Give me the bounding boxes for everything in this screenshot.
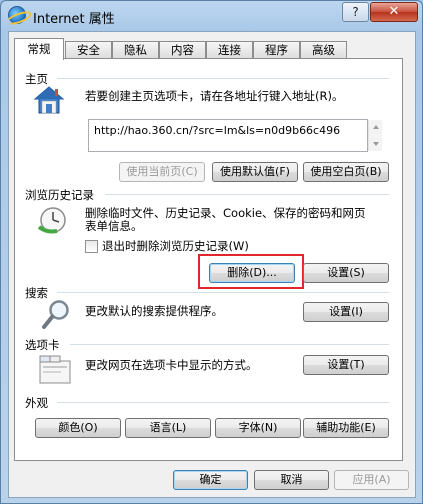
tab-privacy[interactable]: 隐私	[112, 41, 159, 59]
tabs-divider	[70, 344, 389, 345]
tab-advanced[interactable]: 高级	[300, 41, 347, 59]
internet-options-window: Internet 属性 ? ✕ 常规 安全 隐私 内容 连接 程序 高级 主页 …	[0, 0, 423, 504]
tab-connections[interactable]: 连接	[206, 41, 253, 59]
history-group-label: 浏览历史记录	[25, 188, 94, 202]
delete-history-button[interactable]: 删除(D)...	[209, 263, 295, 283]
tabbed-window-icon	[39, 355, 71, 384]
home-divider	[57, 78, 389, 79]
fonts-button[interactable]: 字体(N)	[215, 418, 301, 438]
title-bar[interactable]: Internet 属性 ? ✕	[1, 1, 422, 31]
tab-programs[interactable]: 程序	[253, 41, 300, 59]
tab-security[interactable]: 安全	[65, 41, 112, 59]
appearance-divider	[57, 402, 389, 403]
general-tab-panel: 主页 若要创建主页选项卡，请在各地址行键入地址(R)。 http://hao.3…	[14, 58, 403, 461]
accessibility-button[interactable]: 辅助功能(E)	[303, 418, 389, 438]
delete-on-exit-label[interactable]: 退出时删除浏览历史记录(W)	[102, 239, 249, 254]
search-divider	[57, 292, 389, 293]
use-default-button[interactable]: 使用默认值(F)	[212, 162, 298, 182]
tabs-group-label: 选项卡	[25, 338, 60, 352]
history-settings-button[interactable]: 设置(S)	[303, 263, 389, 283]
home-page-url-field[interactable]: http://hao.360.cn/?src=lm&ls=n0d9b66c496	[88, 119, 368, 152]
help-button[interactable]: ?	[342, 2, 369, 22]
url-field-scrollbar[interactable]	[368, 120, 382, 151]
use-blank-button[interactable]: 使用空白页(B)	[303, 162, 389, 182]
history-description-line2: 表单信息。	[85, 219, 143, 233]
close-button[interactable]: ✕	[370, 2, 418, 22]
colors-button[interactable]: 颜色(O)	[35, 418, 121, 438]
use-current-button[interactable]: 使用当前页(C)	[119, 162, 205, 182]
history-clock-icon	[37, 207, 66, 234]
cancel-button[interactable]: 取消	[254, 470, 329, 490]
apply-button[interactable]: 应用(A)	[334, 470, 409, 490]
home-description: 若要创建主页选项卡，请在各地址行键入地址(R)。	[85, 89, 344, 103]
tabs-description: 更改网页在选项卡中显示的方式。	[85, 358, 258, 372]
search-description: 更改默认的搜索提供程序。	[85, 304, 223, 318]
search-icon	[42, 300, 69, 329]
tab-content[interactable]: 内容	[159, 41, 206, 59]
delete-on-exit-checkbox[interactable]	[85, 240, 98, 253]
window-title: Internet 属性	[33, 12, 115, 27]
house-icon	[33, 86, 65, 114]
search-settings-button[interactable]: 设置(I)	[303, 302, 389, 322]
history-divider	[105, 194, 389, 195]
appearance-group-label: 外观	[25, 396, 48, 410]
ok-button[interactable]: 确定	[173, 470, 248, 490]
languages-button[interactable]: 语言(L)	[125, 418, 211, 438]
tab-general[interactable]: 常规	[14, 38, 64, 60]
internet-explorer-icon	[8, 6, 26, 24]
tabs-settings-button[interactable]: 设置(T)	[303, 355, 389, 375]
